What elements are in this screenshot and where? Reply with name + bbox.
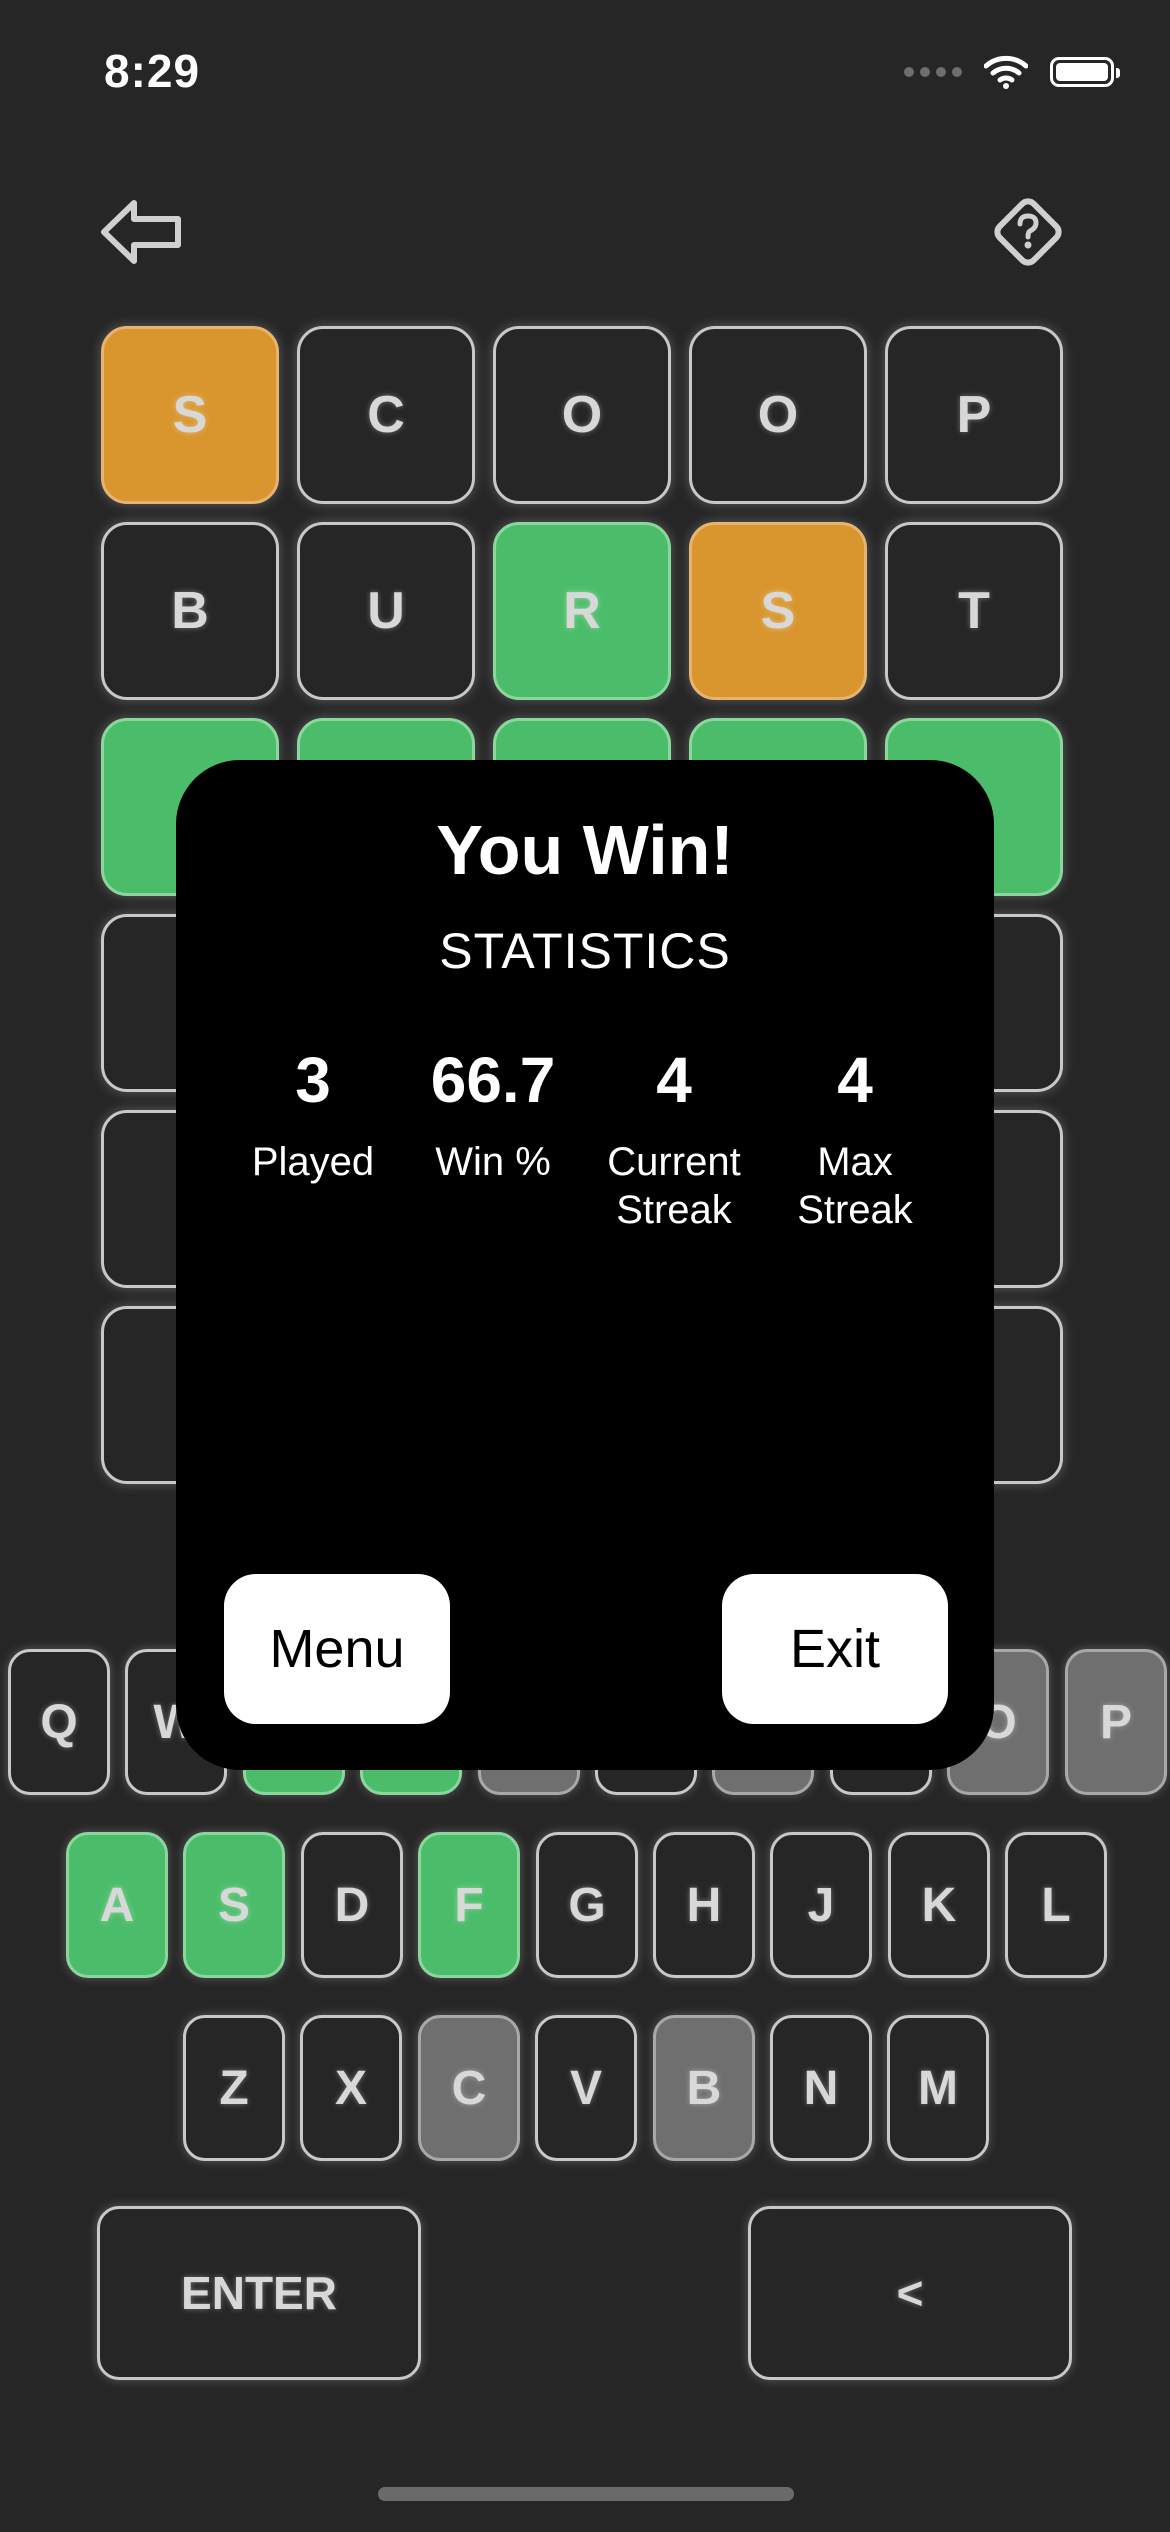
status-icons bbox=[904, 52, 1120, 92]
key-d[interactable]: D bbox=[301, 1832, 403, 1978]
key-z[interactable]: Z bbox=[183, 2015, 285, 2161]
win-modal: You Win! STATISTICS 3 Played 66.7 Win % … bbox=[176, 760, 994, 1770]
home-indicator[interactable] bbox=[378, 2487, 794, 2501]
board-tile: B bbox=[101, 522, 279, 700]
stat-win-percent: 66.7 Win % bbox=[403, 1040, 583, 1186]
help-question-icon bbox=[994, 198, 1062, 266]
stat-label: Max Streak bbox=[765, 1138, 945, 1234]
key-x[interactable]: X bbox=[300, 2015, 402, 2161]
board-tile: P bbox=[885, 326, 1063, 504]
stat-current-streak: 4 Current Streak bbox=[584, 1040, 764, 1234]
board-tile: O bbox=[689, 326, 867, 504]
stat-value: 3 bbox=[295, 1044, 331, 1116]
key-q[interactable]: Q bbox=[8, 1649, 110, 1795]
stat-value: 66.7 bbox=[430, 1044, 556, 1116]
board-tile: T bbox=[885, 522, 1063, 700]
backspace-key[interactable]: < bbox=[748, 2206, 1072, 2380]
board-tile: S bbox=[101, 326, 279, 504]
back-button[interactable] bbox=[100, 190, 184, 274]
stat-label-line: Streak bbox=[797, 1188, 913, 1232]
key-v[interactable]: V bbox=[535, 2015, 637, 2161]
wifi-icon bbox=[984, 55, 1028, 89]
exit-button[interactable]: Exit bbox=[722, 1574, 948, 1724]
statistics-heading: STATISTICS bbox=[439, 923, 731, 979]
back-arrow-icon bbox=[101, 200, 181, 264]
stat-played: 3 Played bbox=[223, 1040, 403, 1186]
key-k[interactable]: K bbox=[888, 1832, 990, 1978]
menu-button[interactable]: Menu bbox=[224, 1574, 450, 1724]
cellular-signal-icon bbox=[904, 67, 962, 77]
help-button[interactable] bbox=[986, 190, 1070, 274]
stat-label-line: Streak bbox=[616, 1188, 732, 1232]
status-time: 8:29 bbox=[104, 45, 201, 97]
stat-label: Current Streak bbox=[584, 1138, 764, 1234]
enter-key[interactable]: ENTER bbox=[97, 2206, 421, 2380]
board-tile: S bbox=[689, 522, 867, 700]
key-g[interactable]: G bbox=[536, 1832, 638, 1978]
stat-label: Played bbox=[251, 1140, 375, 1184]
stat-label: Win % bbox=[435, 1140, 551, 1184]
key-b[interactable]: B bbox=[653, 2015, 755, 2161]
board-tile: O bbox=[493, 326, 671, 504]
key-l[interactable]: L bbox=[1005, 1832, 1107, 1978]
key-h[interactable]: H bbox=[653, 1832, 755, 1978]
key-f[interactable]: F bbox=[418, 1832, 520, 1978]
key-s[interactable]: S bbox=[183, 1832, 285, 1978]
key-c[interactable]: C bbox=[418, 2015, 520, 2161]
stat-value: 4 bbox=[656, 1044, 692, 1116]
key-m[interactable]: M bbox=[887, 2015, 989, 2161]
stat-value: 4 bbox=[837, 1044, 873, 1116]
key-a[interactable]: A bbox=[66, 1832, 168, 1978]
key-p[interactable]: P bbox=[1065, 1649, 1167, 1795]
board-tile: R bbox=[493, 522, 671, 700]
stat-label-line: Max bbox=[817, 1140, 893, 1184]
modal-title: You Win! bbox=[436, 811, 734, 889]
battery-icon bbox=[1050, 57, 1120, 87]
stat-label-line: Current bbox=[607, 1140, 741, 1184]
key-n[interactable]: N bbox=[770, 2015, 872, 2161]
key-j[interactable]: J bbox=[770, 1832, 872, 1978]
stat-max-streak: 4 Max Streak bbox=[765, 1040, 945, 1234]
board-tile: U bbox=[297, 522, 475, 700]
board-tile: C bbox=[297, 326, 475, 504]
